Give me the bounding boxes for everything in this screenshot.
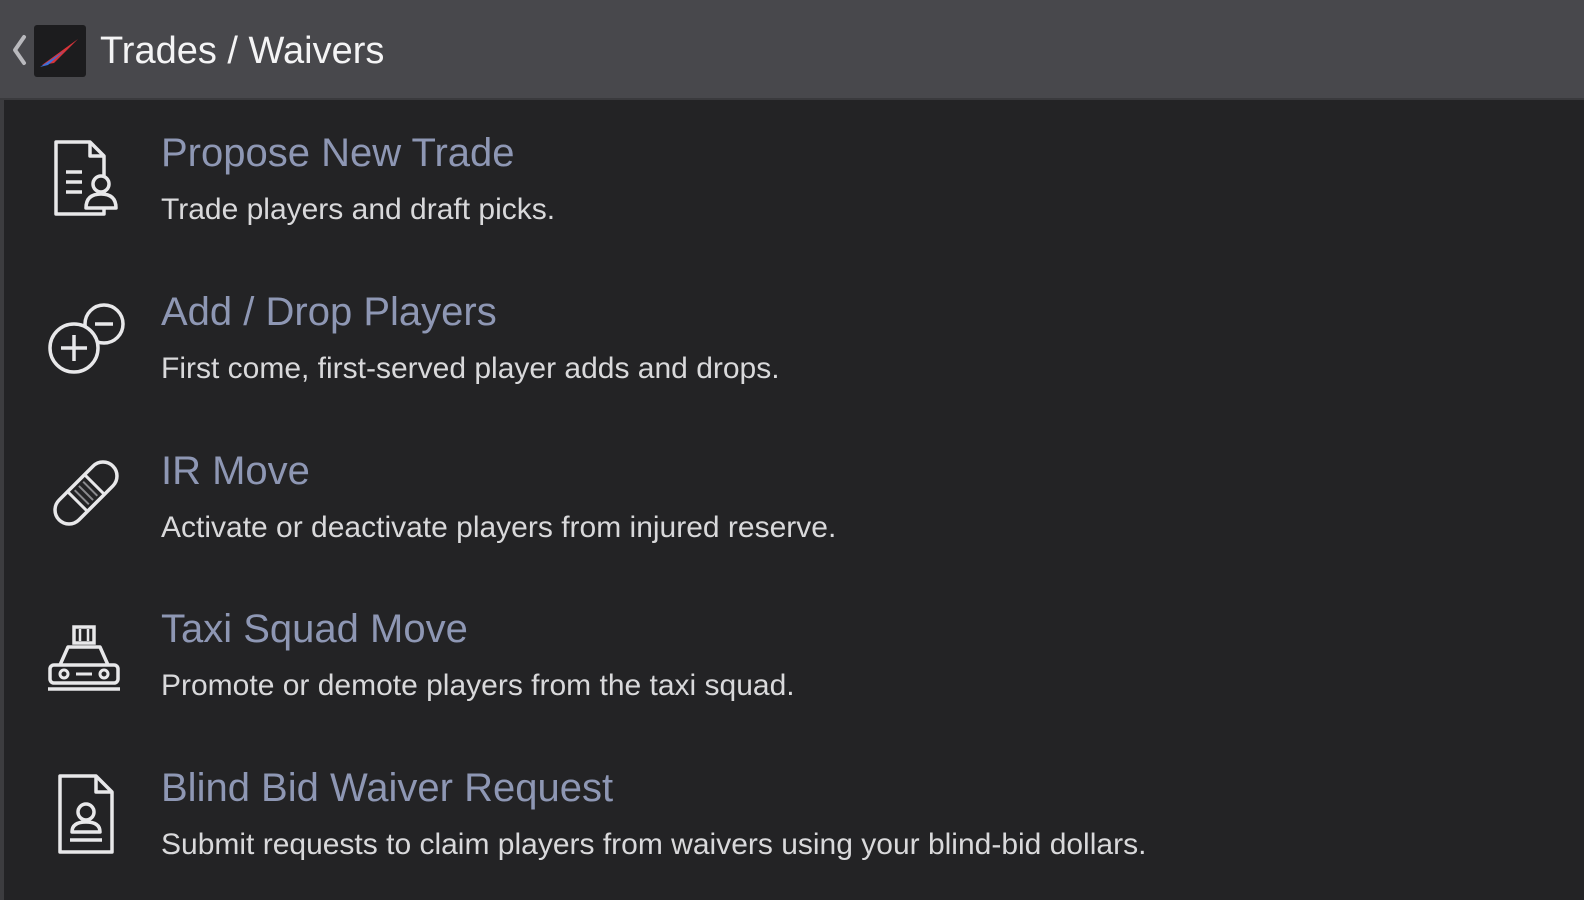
add-drop-icon	[42, 292, 130, 380]
menu-item-label: IR Move	[161, 449, 310, 493]
menu-item-label: Propose New Trade	[161, 131, 515, 175]
menu-item-description: Submit requests to claim players from wa…	[161, 828, 1147, 861]
header-bar: Trades / Waivers	[0, 0, 1584, 100]
menu-item-blind-bid-waiver-request[interactable]: Blind Bid Waiver Request Submit requests…	[4, 760, 1584, 900]
menu-item-label: Blind Bid Waiver Request	[161, 766, 614, 810]
back-button[interactable]	[6, 28, 32, 72]
menu-item-add-drop-players[interactable]: Add / Drop Players First come, first-ser…	[4, 284, 1584, 434]
waiver-document-icon	[42, 768, 130, 856]
page-title: Trades / Waivers	[100, 30, 385, 72]
menu-item-description: Promote or demote players from the taxi …	[161, 669, 795, 702]
menu-item-taxi-squad-move[interactable]: Taxi Squad Move Promote or demote player…	[4, 601, 1584, 751]
menu-item-description: Trade players and draft picks.	[161, 193, 556, 226]
taxi-icon	[42, 617, 130, 705]
menu-item-label: Add / Drop Players	[161, 290, 497, 334]
chevron-left-icon	[13, 35, 26, 65]
app-logo	[34, 25, 86, 77]
menu-item-description: First come, first-served player adds and…	[161, 352, 780, 385]
menu-item-description: Activate or deactivate players from inju…	[161, 511, 837, 544]
trades-waivers-screen: Trades / Waivers Propose New Trade Trade…	[0, 0, 1584, 900]
menu-item-ir-move[interactable]: IR Move Activate or deactivate players f…	[4, 443, 1584, 593]
menu-item-label: Taxi Squad Move	[161, 607, 468, 651]
trade-document-icon	[42, 130, 130, 218]
menu-item-propose-new-trade[interactable]: Propose New Trade Trade players and draf…	[4, 125, 1584, 275]
bandage-icon	[42, 449, 130, 537]
